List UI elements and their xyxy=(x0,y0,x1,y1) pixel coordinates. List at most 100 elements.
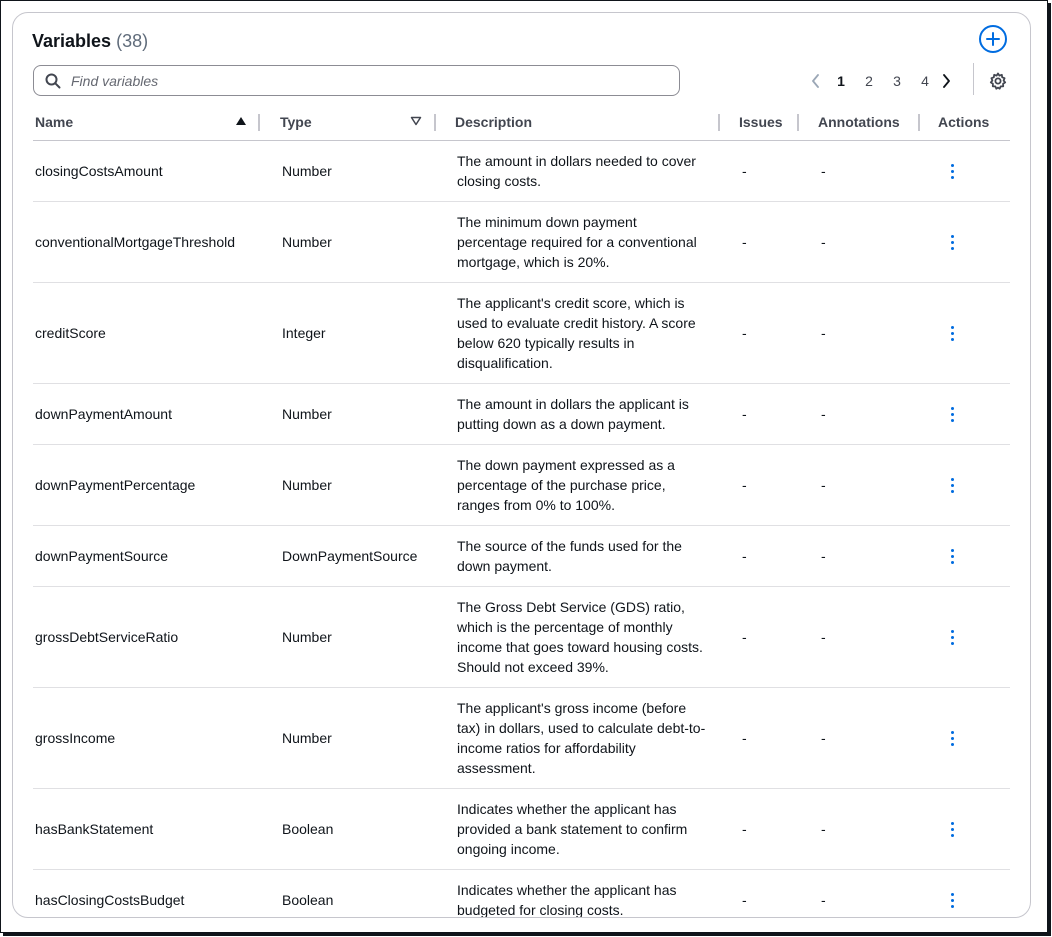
table-row: hasBankStatement Boolean Indicates whether… xyxy=(33,788,1010,870)
kebab-menu-icon[interactable] xyxy=(948,730,956,746)
variable-annotations: - xyxy=(799,282,920,384)
variable-description: The source of the funds used for the dow… xyxy=(436,525,720,587)
variable-annotations: - xyxy=(799,201,920,283)
column-header-annotations[interactable]: Annotations xyxy=(799,110,920,141)
pager-divider xyxy=(973,63,974,95)
variable-type: Number xyxy=(260,140,436,202)
table-row: downPaymentPercentage Number The down paym… xyxy=(33,444,1010,526)
variable-name: creditScore xyxy=(33,282,260,384)
table-row: creditScore Integer The applicant's credit… xyxy=(33,282,1010,384)
table-row: grossIncome Number The applicant's gross i… xyxy=(33,687,1010,789)
kebab-menu-icon[interactable] xyxy=(948,234,956,250)
variable-annotations: - xyxy=(799,586,920,688)
variable-issues: - xyxy=(720,788,799,870)
variable-issues: - xyxy=(720,140,799,202)
table-header-row: Name Type Description Issues Annotations… xyxy=(33,110,1010,141)
gear-icon xyxy=(989,72,1007,90)
variable-issues: - xyxy=(720,383,799,445)
kebab-menu-icon[interactable] xyxy=(948,477,956,493)
column-header-type[interactable]: Type xyxy=(260,110,436,141)
column-header-issues[interactable]: Issues xyxy=(720,110,799,141)
kebab-menu-icon[interactable] xyxy=(948,406,956,422)
row-actions-cell xyxy=(920,525,1010,587)
variable-name: grossIncome xyxy=(33,687,260,789)
variable-type: Number xyxy=(260,201,436,283)
variable-annotations: - xyxy=(799,687,920,789)
variables-panel: Variables (38) 1 xyxy=(12,12,1031,918)
kebab-menu-icon[interactable] xyxy=(948,892,956,908)
variable-name: hasClosingCostsBudget xyxy=(35,892,185,908)
variable-issues: - xyxy=(720,525,799,587)
row-actions-cell xyxy=(920,201,1010,283)
add-plus-icon xyxy=(986,32,1000,46)
variable-name: conventionalMortgageThreshold xyxy=(33,201,260,283)
variable-description: The down payment expressed as a percenta… xyxy=(436,444,720,526)
row-actions-cell xyxy=(920,788,1010,870)
variable-description: The amount in dollars needed to cover cl… xyxy=(436,140,720,202)
search-box[interactable] xyxy=(33,65,680,96)
next-page-button[interactable] xyxy=(939,74,953,88)
add-variable-button[interactable] xyxy=(979,25,1007,53)
search-input[interactable] xyxy=(69,71,653,90)
previous-page-button[interactable] xyxy=(809,74,823,88)
sort-ascending-icon xyxy=(236,117,246,125)
variable-name: closingCostsAmount xyxy=(33,140,260,202)
variable-annotations: - xyxy=(799,140,920,202)
kebab-menu-icon[interactable] xyxy=(948,325,956,341)
column-header-actions: Actions xyxy=(920,110,1010,141)
variable-description: Indicates whether the applicant has prov… xyxy=(436,788,720,870)
table-row: grossDebtServiceRatio Number The Gross Deb… xyxy=(33,586,1010,688)
page-3-button[interactable]: 3 xyxy=(883,73,911,89)
row-actions-cell xyxy=(920,586,1010,688)
variable-annotations: - xyxy=(799,444,920,526)
variable-issues: - xyxy=(720,444,799,526)
variable-description: Indicates whether the applicant has budg… xyxy=(457,882,677,918)
row-actions-cell xyxy=(920,140,1010,202)
sort-descending-icon xyxy=(410,116,422,126)
variable-annotations: - xyxy=(799,525,920,587)
row-actions-cell xyxy=(920,687,1010,789)
variables-table: Name Type Description Issues Annotations… xyxy=(33,110,1010,918)
kebab-menu-icon[interactable] xyxy=(948,821,956,837)
variable-type: Number xyxy=(260,586,436,688)
variable-type: Number xyxy=(260,687,436,789)
column-header-description[interactable]: Description xyxy=(436,110,720,141)
variable-type: DownPaymentSource xyxy=(260,525,436,587)
table-preferences-button[interactable] xyxy=(988,71,1008,91)
page-2-button[interactable]: 2 xyxy=(855,73,883,89)
variable-type: Boolean xyxy=(282,892,334,908)
table-row: hasClosingCostsBudget Boolean Indicates wh… xyxy=(33,870,1010,918)
table-row: closingCostsAmount Number The amount in do… xyxy=(33,140,1010,202)
variable-issues: - xyxy=(720,586,799,688)
panel-title: Variables xyxy=(32,31,112,51)
search-icon xyxy=(45,73,61,89)
variable-name: hasBankStatement xyxy=(33,788,260,870)
kebab-menu-icon[interactable] xyxy=(948,629,956,645)
variable-name: downPaymentAmount xyxy=(33,383,260,445)
variable-name: downPaymentSource xyxy=(33,525,260,587)
variable-annotations: - xyxy=(799,788,920,870)
row-actions-cell xyxy=(920,870,1010,918)
screenshot-frame: Variables (38) 1 xyxy=(0,0,1048,933)
page-4-button[interactable]: 4 xyxy=(911,73,939,89)
variable-issues: - xyxy=(720,687,799,789)
row-actions-cell xyxy=(920,383,1010,445)
variable-type: Number xyxy=(260,444,436,526)
variable-name: grossDebtServiceRatio xyxy=(33,586,260,688)
variable-issues: - xyxy=(742,892,747,908)
page-1-button[interactable]: 1 xyxy=(827,73,855,89)
variable-description: The Gross Debt Service (GDS) ratio, whic… xyxy=(436,586,720,688)
variable-type: Boolean xyxy=(260,788,436,870)
column-header-name[interactable]: Name xyxy=(33,110,260,141)
kebab-menu-icon[interactable] xyxy=(948,163,956,179)
variable-type: Integer xyxy=(260,282,436,384)
variable-description: The minimum down payment percentage requ… xyxy=(436,201,720,283)
row-actions-cell xyxy=(920,444,1010,526)
variable-description: The applicant's gross income (before tax… xyxy=(436,687,720,789)
kebab-menu-icon[interactable] xyxy=(948,548,956,564)
variable-issues: - xyxy=(720,282,799,384)
table-row: downPaymentAmount Number The amount in dol… xyxy=(33,383,1010,445)
table-row: downPaymentSource DownPaymentSource The so… xyxy=(33,525,1010,587)
chevron-right-icon xyxy=(943,74,950,88)
variable-name: downPaymentPercentage xyxy=(33,444,260,526)
